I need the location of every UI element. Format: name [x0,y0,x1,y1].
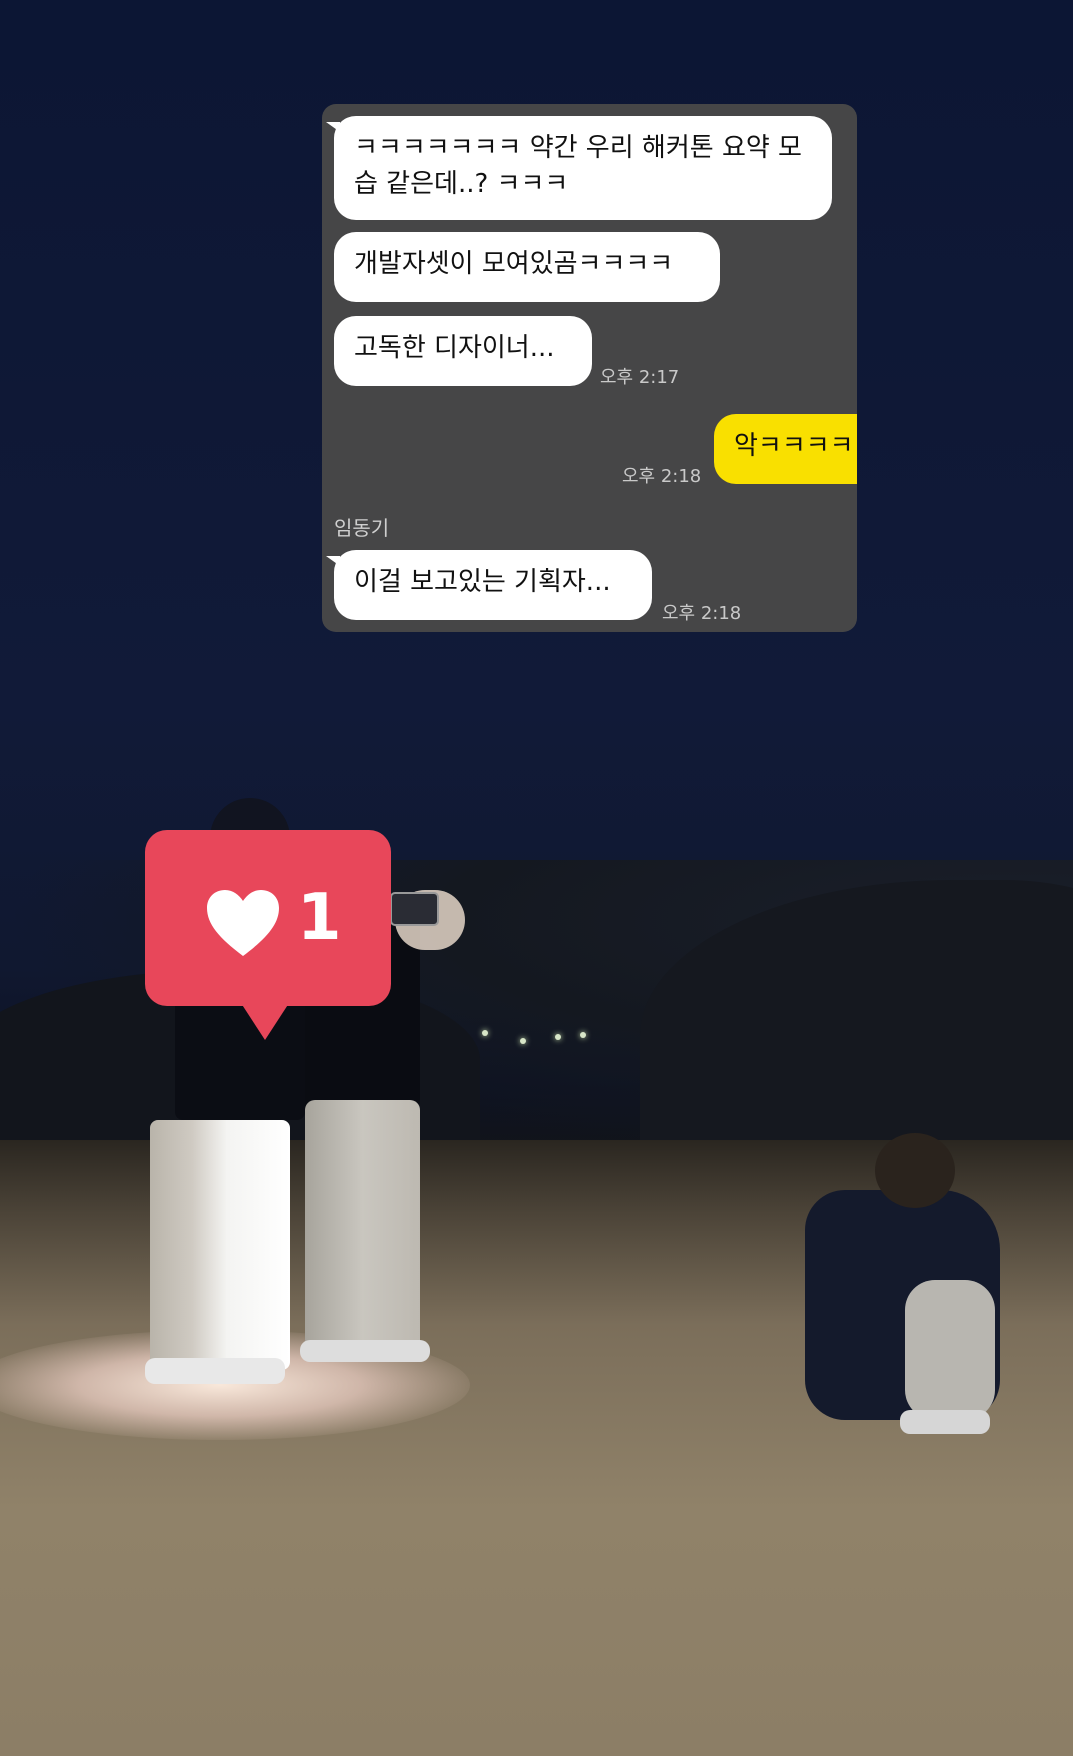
timestamp: 오후 2:17 [600,367,680,388]
sender-name: 임동기 [334,516,390,540]
person-1-shoes [145,1358,285,1384]
person-2-pants [305,1100,420,1350]
chat-bubble-2: 개발자셋이 모여있곰ㅋㅋㅋㅋ [334,232,720,302]
timestamp: 오후 2:18 [662,603,742,624]
chat-bubble-1: ㅋㅋㅋㅋㅋㅋㅋ 약간 우리 해커톤 요약 모습 같은데..? ㅋㅋㅋ [326,116,832,220]
camera-icon [390,892,439,926]
person-3-pants [905,1280,995,1420]
like-count: 1 [297,881,342,955]
chat-bubble-3: 고독한 디자이너... [334,316,592,386]
timestamp: 오후 2:18 [622,466,702,487]
chat-bubble-5: 이걸 보고있는 기획자... [326,550,652,620]
photo-story: ㅋㅋㅋㅋㅋㅋㅋ 약간 우리 해커톤 요약 모습 같은데..? ㅋㅋㅋ 개발자셋이… [0,0,1073,1756]
person-3-shoe [900,1410,990,1434]
distant-lights [470,1030,610,1050]
person-3-head [875,1133,955,1208]
person-1-pants [150,1120,290,1370]
chat-screenshot: ㅋㅋㅋㅋㅋㅋㅋ 약간 우리 해커톤 요약 모습 같은데..? ㅋㅋㅋ 개발자셋이… [322,104,857,632]
heart-icon [207,890,279,956]
like-sticker[interactable]: 1 [145,830,391,1040]
chat-bubble-4-own: 악ㅋㅋㅋㅋ [714,414,857,484]
person-2-shoes [300,1340,430,1362]
